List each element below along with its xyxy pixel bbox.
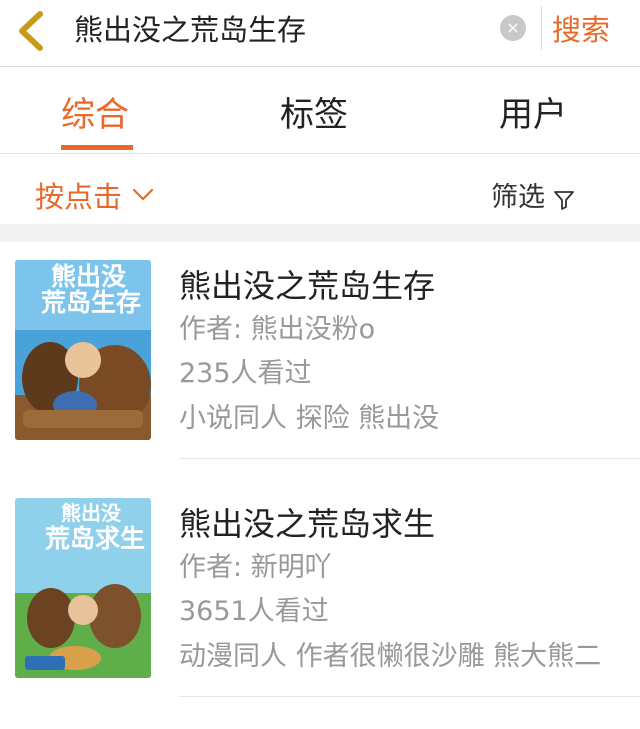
item-divider — [179, 696, 640, 697]
cover-title-line: 荒岛求生 — [45, 524, 146, 553]
filter-icon[interactable] — [553, 190, 575, 210]
item-title[interactable]: 熊出没之荒岛求生 — [179, 502, 435, 546]
clear-icon[interactable]: × — [500, 15, 526, 41]
section-gap — [0, 224, 640, 242]
divider — [541, 6, 542, 50]
item-author: 作者: 新明吖 — [179, 552, 332, 583]
cover-title-line: 熊出没 — [61, 501, 121, 525]
book-cover[interactable]: 熊出没 荒岛生存 — [15, 260, 151, 440]
item-views: 3651人看过 — [179, 596, 329, 627]
item-tags: 小说同人 探险 熊出没 — [179, 403, 440, 434]
back-button[interactable] — [10, 8, 54, 54]
chevron-left-icon — [19, 11, 43, 51]
search-input[interactable]: 熊出没之荒岛生存 — [74, 10, 306, 50]
item-title[interactable]: 熊出没之荒岛生存 — [179, 264, 435, 308]
item-tags: 动漫同人 作者很懒很沙雕 熊大熊二 — [179, 641, 602, 672]
tab-comprehensive[interactable]: 综合 — [61, 93, 129, 137]
cover-title-line: 荒岛生存 — [41, 288, 142, 317]
chevron-down-icon[interactable] — [132, 188, 154, 202]
filter-bar: 按点击 筛选 — [0, 154, 640, 224]
sort-dropdown[interactable]: 按点击 — [35, 178, 122, 216]
search-button[interactable]: 搜索 — [552, 10, 610, 50]
book-cover[interactable]: 熊出没 荒岛求生 — [15, 498, 151, 678]
item-divider — [179, 458, 640, 459]
tab-users[interactable]: 用户 — [499, 93, 567, 137]
item-views: 235人看过 — [179, 358, 312, 389]
list-item[interactable]: 熊出没 荒岛求生 熊出没之荒岛求生 作者: 新明吖 3651人看过 动漫同人 作… — [0, 480, 640, 718]
cover-title-line: 熊出没 — [51, 262, 127, 291]
search-bar: 熊出没之荒岛生存 × 搜索 — [0, 0, 640, 67]
result-tabs: 综合 标签 用户 — [0, 67, 640, 154]
active-tab-indicator — [61, 145, 133, 150]
filter-button[interactable]: 筛选 — [491, 180, 545, 216]
list-item[interactable]: 熊出没 荒岛生存 熊出没之荒岛生存 作者: 熊出没粉o 235人看过 小说同人 … — [0, 242, 640, 480]
item-author: 作者: 熊出没粉o — [179, 314, 376, 345]
tab-tags[interactable]: 标签 — [280, 93, 348, 137]
